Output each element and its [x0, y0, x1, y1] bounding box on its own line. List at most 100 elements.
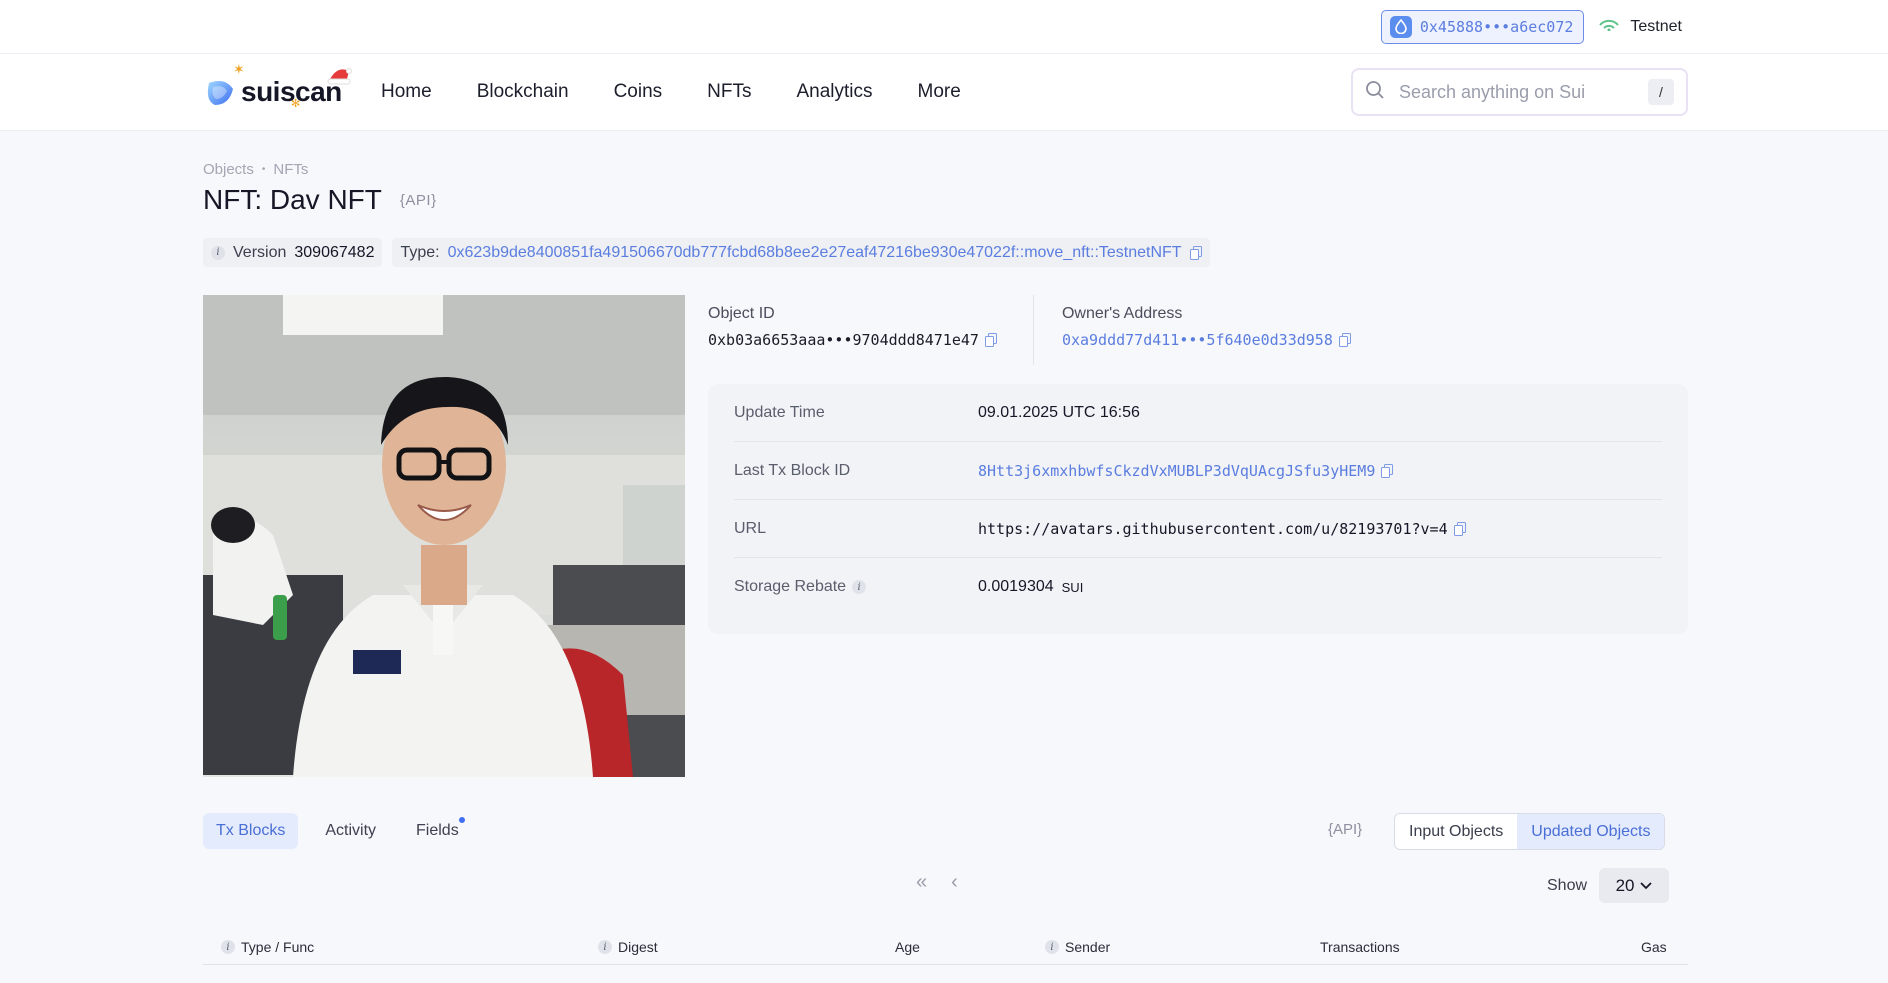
nav-analytics[interactable]: Analytics: [796, 81, 872, 103]
detail-label: Last Tx Block ID: [734, 461, 851, 479]
network-selector[interactable]: Testnet: [1598, 17, 1682, 36]
version-label: Version: [233, 243, 287, 261]
storage-rebate-row: 0.0019304 SUI: [978, 578, 1083, 596]
nav-more[interactable]: More: [918, 81, 961, 103]
nav-coins[interactable]: Coins: [614, 81, 663, 103]
type-label: Type:: [400, 243, 440, 261]
object-id-block: Object ID 0xb03a6653aaa•••9704ddd8471e47: [708, 295, 997, 365]
object-id-value: 0xb03a6653aaa•••9704ddd8471e47: [708, 331, 979, 349]
col-age: Age: [895, 939, 920, 955]
first-page-button[interactable]: «: [916, 871, 927, 894]
detail-row-url: URL https://avatars.githubusercontent.co…: [734, 500, 1662, 558]
url-row: https://avatars.githubusercontent.com/u/…: [978, 520, 1466, 538]
wallet-button[interactable]: 0x45888•••a6ec072: [1380, 9, 1585, 44]
nft-image: [203, 295, 685, 777]
col-digest: i Digest: [598, 939, 658, 955]
copy-icon[interactable]: [984, 333, 997, 347]
show-label: Show: [1547, 876, 1588, 894]
search-shortcut-key: /: [1648, 79, 1674, 105]
storage-rebate-value: 0.0019304: [978, 578, 1054, 595]
tab-fields[interactable]: Fields: [403, 813, 472, 849]
copy-icon[interactable]: [1338, 333, 1351, 347]
vertical-divider: [1032, 295, 1034, 365]
version-chip: i Version 309067482: [203, 238, 383, 267]
prev-page-button[interactable]: ‹: [951, 871, 958, 894]
breadcrumb: Objects • NFTs: [203, 161, 308, 178]
update-time-value: 09.01.2025 UTC 16:56: [978, 403, 1140, 421]
owner-row: 0xa9ddd77d411•••5f640e0d33d958: [1062, 331, 1351, 349]
page-size-value: 20: [1615, 875, 1635, 895]
detail-label: Storage Rebate: [734, 578, 847, 595]
col-sender: i Sender: [1045, 939, 1110, 955]
col-label: Age: [895, 939, 920, 955]
object-id-row: 0xb03a6653aaa•••9704ddd8471e47: [708, 331, 997, 349]
sui-unit: SUI: [1061, 579, 1084, 595]
santa-hat-icon: [327, 68, 352, 85]
tab-tx-blocks[interactable]: Tx Blocks: [203, 813, 299, 849]
nav-blockchain[interactable]: Blockchain: [477, 81, 569, 103]
pagination: « ‹: [916, 871, 958, 894]
info-icon[interactable]: i: [598, 940, 612, 954]
copy-icon[interactable]: [1453, 521, 1466, 536]
detail-row-last-tx: Last Tx Block ID 8Htt3j6xmxhbwfsCkzdVxMU…: [734, 442, 1662, 500]
url-value: https://avatars.githubusercontent.com/u/…: [978, 519, 1448, 538]
tab-activity[interactable]: Activity: [312, 813, 389, 849]
col-label: Type / Func: [241, 939, 315, 955]
ids-row: Object ID 0xb03a6653aaa•••9704ddd8471e47…: [708, 295, 1351, 365]
type-chip: Type: 0x623b9de8400851fa491506670db777fc…: [392, 238, 1210, 267]
wallet-address: 0x45888•••a6ec072: [1419, 17, 1574, 36]
info-icon: i: [211, 245, 225, 260]
suiscan-logo[interactable]: suiscan ✶ ✻: [203, 61, 381, 110]
input-objects-button[interactable]: Input Objects: [1395, 814, 1517, 849]
version-value: 309067482: [294, 243, 375, 261]
object-id-label: Object ID: [708, 305, 775, 322]
storage-rebate-label-wrap: Storage Rebate i: [734, 578, 978, 596]
owner-label: Owner's Address: [1061, 305, 1183, 322]
owner-address-link[interactable]: 0xa9ddd77d411•••5f640e0d33d958: [1062, 331, 1333, 349]
page-size-select[interactable]: 20: [1599, 868, 1670, 903]
meta-row: i Version 309067482 Type: 0x623b9de84008…: [203, 238, 1210, 267]
objects-toggle: Input Objects Updated Objects: [1394, 813, 1666, 850]
page-title: NFT: Dav NFT: [203, 184, 382, 215]
table-header: i Type / Func i Digest Age i Sender Tran…: [203, 929, 1688, 965]
last-tx-link[interactable]: 8Htt3j6xmxhbwfsCkzdVxMUBLP3dVqUAcgJSfu3y…: [978, 462, 1375, 480]
col-type-func: i Type / Func: [221, 939, 314, 955]
search-box: /: [1351, 68, 1688, 116]
copy-icon[interactable]: [1381, 463, 1394, 478]
info-icon[interactable]: i: [1045, 940, 1059, 954]
main-nav: Home Blockchain Coins NFTs Analytics Mor…: [381, 81, 1006, 103]
sui-drop-icon: [1389, 15, 1412, 38]
tab-bar: Tx Blocks Activity Fields: [203, 813, 472, 849]
network-label: Testnet: [1630, 17, 1682, 35]
breadcrumb-objects[interactable]: Objects: [203, 161, 254, 178]
col-label: Digest: [618, 939, 658, 955]
nav-home[interactable]: Home: [381, 81, 432, 103]
updated-objects-button[interactable]: Updated Objects: [1517, 814, 1665, 849]
search-input[interactable]: [1399, 81, 1648, 103]
api-link[interactable]: {API}: [400, 192, 437, 209]
details-panel: Update Time 09.01.2025 UTC 16:56 Last Tx…: [708, 384, 1688, 634]
tab-fields-label: Fields: [416, 822, 459, 839]
detail-row-storage-rebate: Storage Rebate i 0.0019304 SUI: [734, 558, 1662, 616]
star-icon: ✶: [233, 61, 245, 77]
info-icon[interactable]: i: [852, 580, 867, 594]
search-icon: [1365, 80, 1385, 105]
col-label: Transactions: [1320, 939, 1400, 955]
page-size: Show 20: [1547, 868, 1670, 903]
main-header: suiscan ✶ ✻ Home Blockchain Coins NFTs A…: [0, 54, 1888, 131]
copy-icon[interactable]: [1189, 245, 1202, 260]
snowflake-icon: ✻: [291, 98, 301, 110]
detail-row-update-time: Update Time 09.01.2025 UTC 16:56: [734, 384, 1662, 442]
col-transactions: Transactions: [1320, 939, 1400, 955]
info-icon[interactable]: i: [221, 940, 235, 954]
col-label: Gas: [1641, 939, 1667, 955]
col-gas: Gas: [1641, 939, 1667, 955]
col-label: Sender: [1065, 939, 1111, 955]
type-value-link[interactable]: 0x623b9de8400851fa491506670db777fcbd68b8…: [448, 244, 1182, 262]
detail-label: Update Time: [734, 403, 825, 421]
breadcrumb-nfts[interactable]: NFTs: [273, 161, 308, 178]
nav-nfts[interactable]: NFTs: [707, 81, 751, 103]
notification-dot: [458, 817, 465, 823]
title-row: NFT: Dav NFT {API}: [203, 184, 437, 216]
api-link-2[interactable]: {API}: [1328, 821, 1362, 838]
